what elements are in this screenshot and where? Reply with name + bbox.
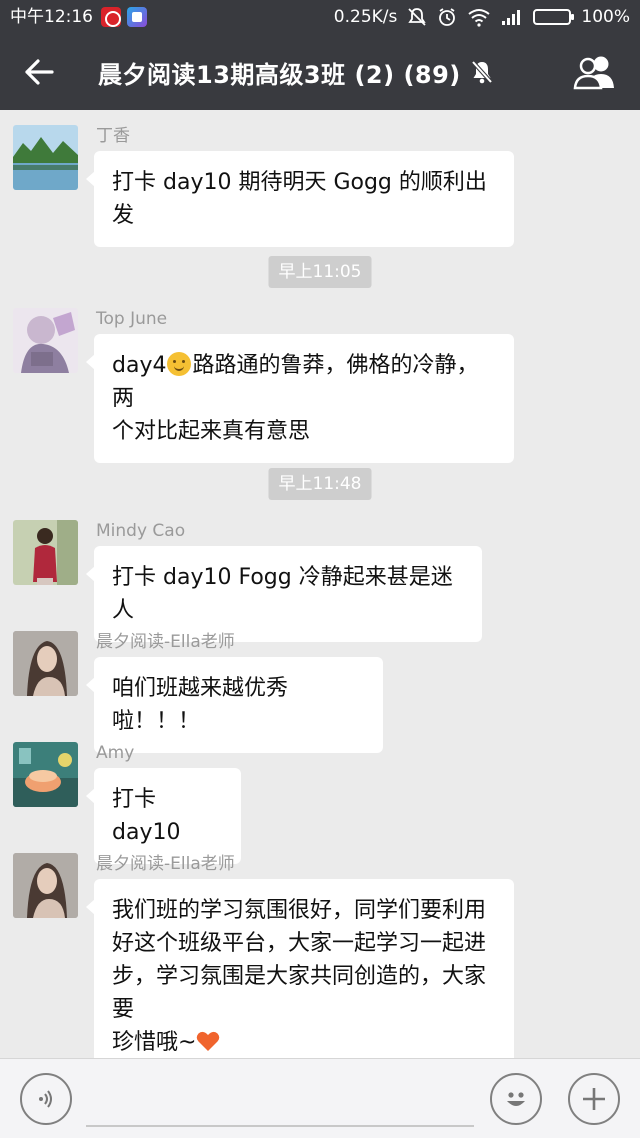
message-text: 打卡 day10 期待明天 Gogg 的顺利出发 xyxy=(112,170,487,228)
voice-icon xyxy=(39,1090,52,1108)
plus-icon xyxy=(583,1088,605,1110)
back-button[interactable] xyxy=(0,34,78,110)
message-text: 好这个班级平台，大家一起学习一起进 xyxy=(112,931,487,956)
message-input[interactable] xyxy=(86,1125,474,1127)
wifi-icon xyxy=(467,7,491,27)
heart-emoji-icon xyxy=(197,1031,220,1051)
message-text: 个对比起来真有意思 xyxy=(112,419,311,444)
avatar[interactable] xyxy=(13,520,78,585)
timestamp: 早上11:05 xyxy=(268,256,372,288)
sender-name: Amy xyxy=(96,743,135,763)
input-bar xyxy=(0,1058,640,1138)
message-bubble[interactable]: 咱们班越来越优秀啦！！！ xyxy=(86,657,383,753)
cellular-signal-icon xyxy=(501,8,523,26)
message-bubble[interactable]: 打卡 day10 期待明天 Gogg 的顺利出发 xyxy=(86,151,514,247)
message-bubble[interactable]: 打卡 day10 xyxy=(86,768,241,864)
status-time: 中午12:16 xyxy=(10,7,93,27)
gallery-app-icon xyxy=(127,7,147,27)
message-bubble[interactable]: day4 路路通的鲁莽，佛格的冷静，两 个对比起来真有意思 xyxy=(86,334,514,463)
message-text: 打卡 day10 Fogg 冷静起来甚是迷人 xyxy=(112,565,453,623)
message-text: 步，学习氛围是大家共同创造的，大家要 xyxy=(112,964,487,1022)
voice-input-button[interactable] xyxy=(20,1073,72,1125)
avatar[interactable] xyxy=(13,742,78,807)
more-options-button[interactable] xyxy=(568,1073,620,1125)
emoji-button[interactable] xyxy=(490,1073,542,1125)
message-text: 打卡 day10 xyxy=(112,787,181,845)
sender-name: Mindy Cao xyxy=(96,521,186,541)
message-list[interactable]: 丁香 打卡 day10 期待明天 Gogg 的顺利出发 早上11:05 Top … xyxy=(0,110,640,1058)
message-text: 我们班的学习氛围很好，同学们要利用 xyxy=(112,898,487,923)
smile-emoji-icon xyxy=(167,352,192,376)
avatar[interactable] xyxy=(13,853,78,918)
avatar[interactable] xyxy=(13,308,78,373)
battery-icon xyxy=(533,9,575,25)
group-members-button[interactable] xyxy=(550,34,640,110)
chat-title: 晨夕阅读13期高级3班 (2) (89) xyxy=(98,60,461,89)
message-bubble[interactable]: 我们班的学习氛围很好，同学们要利用 好这个班级平台，大家一起学习一起进 步，学习… xyxy=(86,879,514,1058)
avatar[interactable] xyxy=(13,125,78,190)
news-app-icon xyxy=(101,7,121,27)
avatar[interactable] xyxy=(13,631,78,696)
battery-level: 100% xyxy=(581,7,630,27)
sender-name: 晨夕阅读-Ella老师 xyxy=(96,632,235,652)
chat-header: 晨夕阅读13期高级3班 (2) (89) xyxy=(0,34,640,110)
smiley-icon xyxy=(507,1092,525,1106)
status-bar: 中午12:16 0.25K/s 100% xyxy=(0,0,640,34)
timestamp: 早上11:48 xyxy=(268,468,372,500)
back-arrow-icon xyxy=(25,59,54,85)
sender-name: Top June xyxy=(96,309,168,329)
message-text: day4 xyxy=(112,353,167,378)
alarm-clock-icon xyxy=(437,7,457,27)
sender-name: 丁香 xyxy=(96,126,130,146)
message-text: 珍惜哦~ xyxy=(112,1030,197,1055)
notifications-off-icon xyxy=(407,7,427,27)
group-members-icon xyxy=(573,56,614,90)
muted-bell-icon xyxy=(469,59,495,85)
sender-name: 晨夕阅读-Ella老师 xyxy=(96,854,235,874)
status-right-group: 0.25K/s 100% xyxy=(334,0,630,34)
message-bubble[interactable]: 打卡 day10 Fogg 冷静起来甚是迷人 xyxy=(86,546,482,642)
network-speed: 0.25K/s xyxy=(333,7,398,27)
message-text: 咱们班越来越优秀啦！！！ xyxy=(112,676,289,734)
